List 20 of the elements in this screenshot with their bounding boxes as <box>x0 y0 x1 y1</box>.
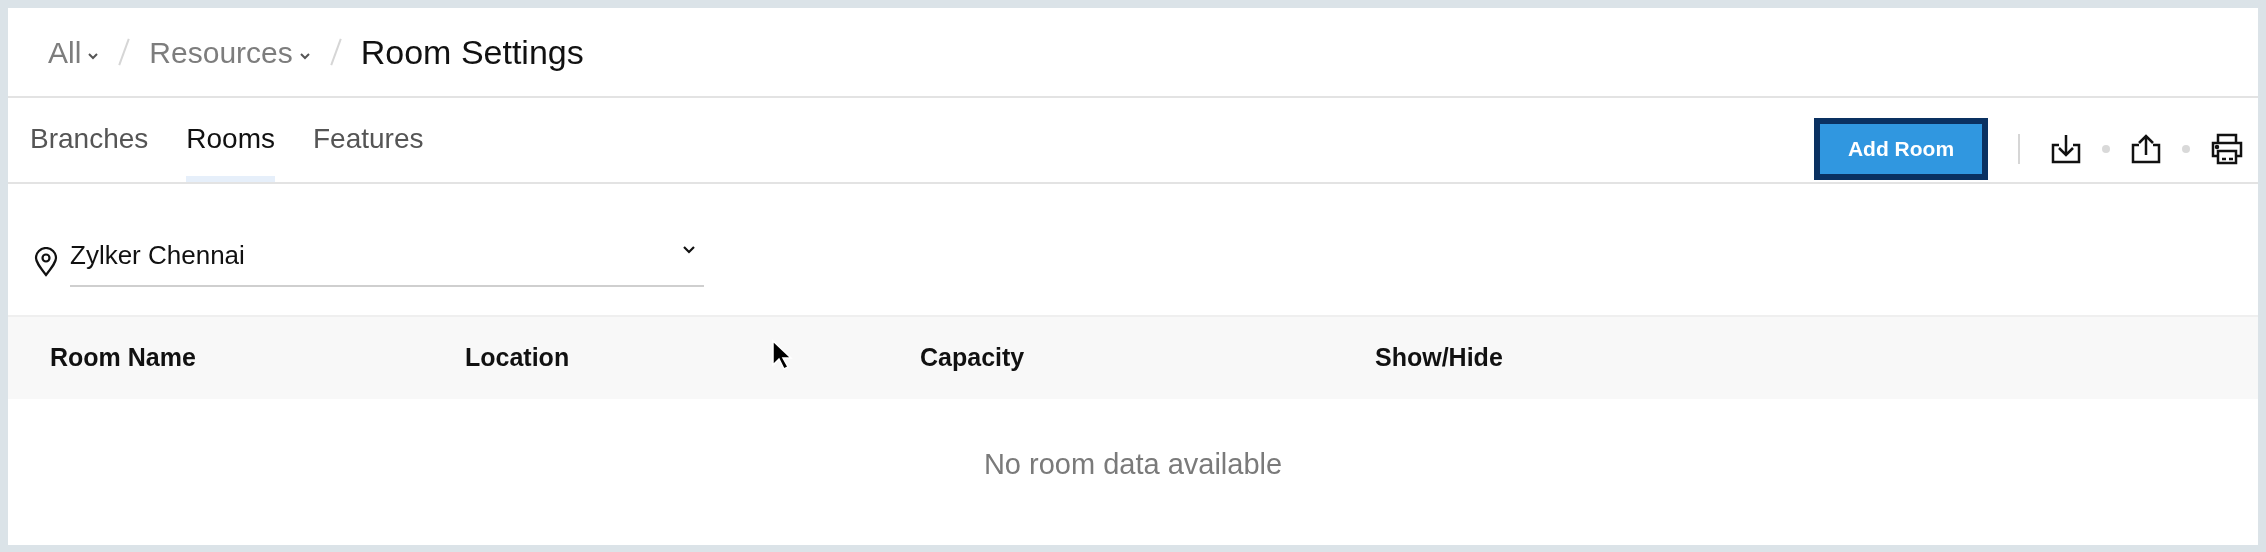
breadcrumb-link[interactable]: Resources <box>149 29 293 75</box>
download-icon[interactable] <box>2050 133 2082 165</box>
page-title: Room Settings <box>360 31 584 73</box>
tab[interactable]: Rooms <box>186 98 275 182</box>
print-icon[interactable] <box>2210 132 2244 166</box>
empty-message: No room data available <box>983 447 1283 482</box>
column-header: Capacity <box>920 343 1025 372</box>
chevron-down-icon <box>682 245 696 254</box>
tab[interactable]: Branches <box>30 98 149 182</box>
column-header: Show/Hide <box>1375 343 1503 372</box>
column-header: Location <box>465 343 570 372</box>
column-header: Room Name <box>50 343 196 372</box>
mouse-cursor-icon <box>771 339 793 371</box>
chevron-down-icon[interactable] <box>87 52 100 60</box>
chevron-down-icon[interactable] <box>298 52 311 60</box>
location-pin-icon <box>34 246 58 277</box>
tab[interactable]: Features <box>313 98 424 182</box>
breadcrumb-link[interactable]: All <box>48 29 82 75</box>
upload-icon[interactable] <box>2130 133 2162 165</box>
branch-dropdown[interactable]: Zylker Chennai <box>70 236 704 287</box>
